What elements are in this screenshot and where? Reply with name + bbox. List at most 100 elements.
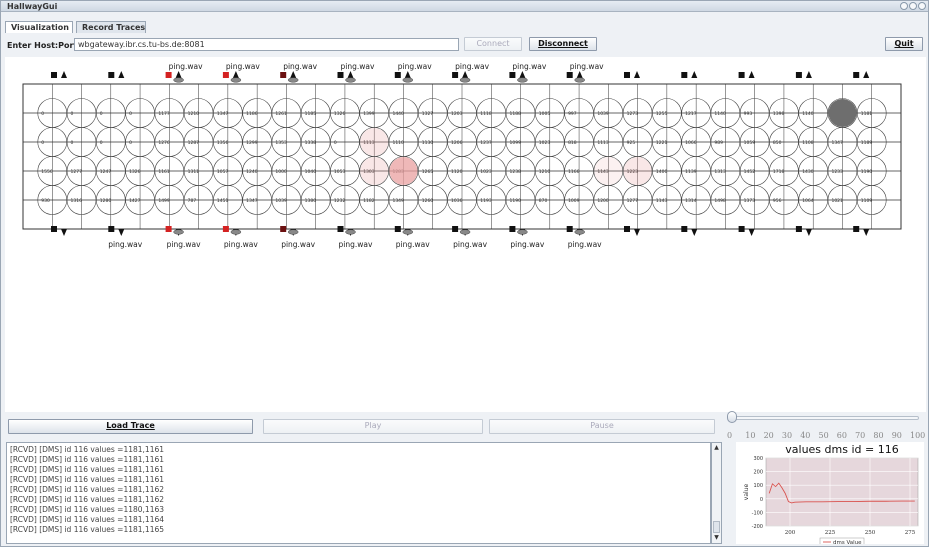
speaker-icon[interactable] (681, 71, 698, 78)
sensor-value: 1398 (773, 111, 785, 117)
speaker-box (624, 226, 630, 232)
active-sensor-highlight (360, 128, 389, 156)
quit-button[interactable]: Quit (885, 37, 923, 51)
sensor-value: 1327 (422, 111, 434, 117)
log-line: [RCVD] [DMS] id 116 values =1181,1162 (10, 485, 165, 494)
speaker-playing-icon[interactable] (394, 71, 414, 83)
selected-sensor-node[interactable] (828, 99, 857, 127)
speaker-cone (691, 71, 698, 78)
chart-title: values dms id = 116 (785, 443, 898, 456)
speaker-cone (61, 229, 67, 236)
scroll-down-icon[interactable]: ▼ (713, 534, 720, 542)
sound-wave-icon (345, 229, 356, 235)
sensor-value: 1430 (802, 169, 814, 175)
speaker-box (108, 226, 115, 232)
sensor-value: 1313 (714, 169, 726, 175)
connect-button[interactable]: Connect (464, 37, 522, 51)
sensor-value: 1210 (188, 111, 200, 117)
log-line: [RCVD] [DMS] id 116 values =1181,1161 (10, 455, 165, 464)
maximize-icon[interactable] (909, 2, 917, 10)
speaker-box (509, 226, 516, 232)
speaker-icon[interactable] (738, 71, 755, 78)
sensor-value: 1186 (246, 111, 258, 117)
log-line: [RCVD] [DMS] id 116 values =1181,1161 (10, 445, 165, 454)
sensor-value: 1039 (597, 111, 609, 117)
sensor-value: 1347 (246, 198, 258, 204)
sensor-value: 1193 (480, 198, 492, 204)
log-line: [RCVD] [DMS] id 116 values =1181,1164 (10, 515, 165, 524)
close-icon[interactable] (918, 2, 926, 10)
host-port-input[interactable] (74, 38, 459, 51)
sensor-value: 1326 (129, 169, 141, 175)
speaker-box (337, 72, 344, 78)
sensor-value: 1110 (392, 140, 404, 146)
speaker-icon[interactable] (108, 71, 125, 78)
pause-button[interactable]: Pause (489, 419, 715, 434)
sensor-value: 1064 (802, 198, 814, 204)
speaker-sound-label: ping.wav (226, 62, 260, 71)
speaker-box (51, 72, 57, 78)
sensor-value: 1232 (334, 198, 346, 204)
log-scrollbar[interactable]: ▲ ▼ (711, 442, 722, 544)
speaker-icon[interactable] (624, 71, 640, 78)
slider-track[interactable] (731, 416, 919, 420)
sensor-value: 1349 (392, 198, 404, 204)
speaker-icon[interactable] (51, 71, 67, 78)
scroll-thumb[interactable] (713, 521, 720, 533)
speaker-sound-label: ping.wav (510, 240, 544, 249)
speaker-cone (175, 71, 182, 78)
sensor-value: 1181 (861, 111, 873, 117)
sensor-value: 1276 (158, 140, 170, 146)
speaker-playing-icon[interactable] (280, 71, 299, 83)
speaker-playing-icon[interactable] (452, 71, 471, 83)
speaker-playing-icon[interactable] (165, 71, 184, 83)
sensor-value: 1265 (422, 169, 434, 175)
speaker-icon[interactable] (795, 71, 812, 78)
scroll-up-icon[interactable]: ▲ (713, 444, 720, 452)
sound-wave-icon (574, 77, 585, 83)
sensor-value: 1143 (656, 198, 668, 204)
speaker-box (452, 72, 459, 78)
speaker-cone (347, 71, 354, 78)
trace-slider[interactable]: 0 10 20 30 40 50 60 70 80 90 100 (727, 409, 925, 440)
sensor-value: 1347 (831, 140, 843, 146)
sensor-value: 0 (71, 111, 74, 117)
tab-record-traces[interactable]: Record Traces (76, 21, 146, 33)
log-line: [RCVD] [DMS] id 116 values =1180,1163 (10, 505, 165, 514)
speaker-box (165, 226, 172, 232)
speaker-playing-icon[interactable] (222, 71, 242, 83)
sensor-value: 930 (41, 198, 50, 204)
sensor-value: 1380 (305, 198, 317, 204)
sensor-value: 1451 (217, 198, 229, 204)
play-button[interactable]: Play (263, 419, 483, 434)
disconnect-button[interactable]: Disconnect (529, 37, 597, 51)
speaker-playing-icon[interactable] (566, 71, 585, 83)
minimize-icon[interactable] (900, 2, 908, 10)
speaker-cone (748, 229, 755, 236)
sensor-value: 1109 (861, 198, 873, 204)
speaker-playing-icon[interactable] (509, 71, 528, 83)
speaker-sound-label: ping.wav (108, 240, 142, 249)
speaker-playing-icon[interactable] (337, 71, 356, 83)
sound-wave-icon (459, 77, 471, 83)
speaker-sound-label: ping.wav (281, 240, 315, 249)
speaker-icon[interactable] (853, 71, 870, 78)
sensor-value: 1130 (422, 140, 434, 146)
load-trace-button[interactable]: Load Trace (8, 419, 253, 434)
slider-thumb[interactable] (727, 411, 737, 423)
sensor-value: 0 (334, 140, 337, 146)
sensor-value: 1353 (275, 140, 287, 146)
speaker-cone (118, 229, 125, 236)
chart-legend-label: dms Value (833, 540, 862, 544)
speaker-box (394, 72, 401, 78)
speaker-cone (118, 71, 125, 78)
sensor-value: 1356 (217, 140, 229, 146)
sensor-value: 850 (773, 140, 782, 146)
sensor-value: 1009 (568, 198, 580, 204)
sensor-value: 1166 (568, 169, 580, 175)
speaker-box (394, 226, 401, 232)
sensor-value: 1299 (246, 140, 258, 146)
active-sensor-highlight (360, 157, 389, 185)
sensor-value: 1316 (71, 198, 83, 204)
tab-visualization[interactable]: Visualization (5, 21, 73, 33)
